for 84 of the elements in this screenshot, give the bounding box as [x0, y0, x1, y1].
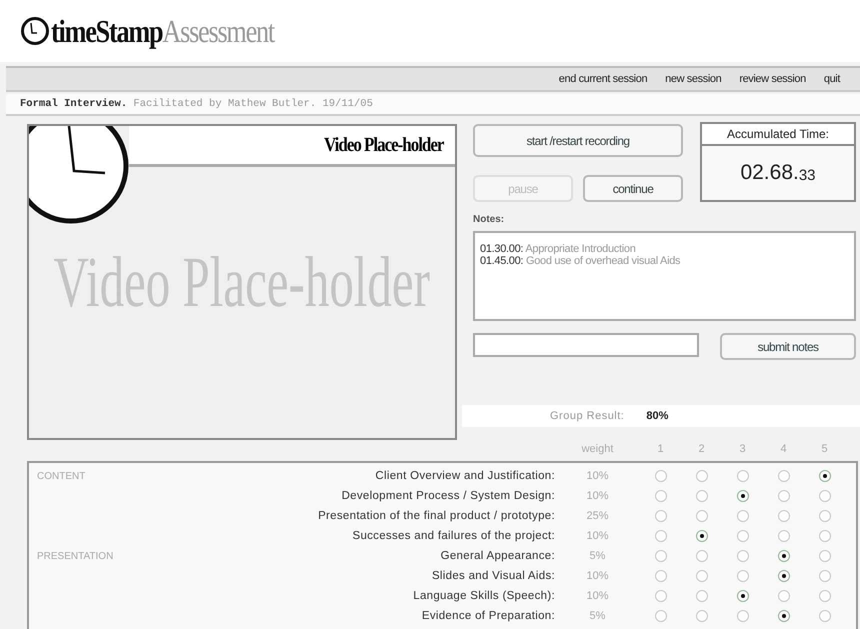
rating-radio[interactable] [696, 530, 708, 542]
criterion-label: Language Skills (Speech): [412, 590, 555, 602]
note-input[interactable] [473, 333, 699, 357]
note-entry: 01.45.00: Good use of overhead visual Aids [480, 255, 682, 267]
rating-radio[interactable] [696, 570, 708, 582]
result-label: Group Result: [550, 410, 624, 422]
rating-radio[interactable] [654, 510, 666, 522]
menu-link[interactable]: end current session [558, 73, 648, 85]
weight-value: 10% [586, 590, 609, 602]
rating-radio[interactable] [778, 490, 790, 502]
menu-link[interactable]: new session [665, 73, 722, 85]
weight-value: 10% [586, 490, 609, 502]
weight-value: 25% [586, 510, 609, 522]
menu-link[interactable]: quit [824, 73, 840, 85]
weight-value: 5% [590, 610, 606, 622]
rating-radio[interactable] [654, 470, 666, 482]
criterion-label: Presentation of the final product / prototype: [317, 510, 555, 522]
rating-radio[interactable] [696, 610, 708, 622]
rating-radio[interactable] [696, 510, 708, 522]
rating-radio[interactable] [818, 570, 830, 582]
result-value: 80% [646, 410, 668, 422]
criterion-label: Client Overview and Justification: [374, 470, 555, 482]
rating-radio[interactable] [696, 550, 708, 562]
scale-heading: 4 [779, 443, 788, 455]
rating-radio[interactable] [736, 570, 748, 582]
rating-radio[interactable] [818, 530, 830, 542]
rating-radio[interactable] [654, 610, 666, 622]
notes-label: Notes: [473, 214, 504, 225]
app-logo: timeStampAssessment [51, 12, 274, 50]
rating-radio[interactable] [654, 590, 666, 602]
rating-radio[interactable] [736, 490, 748, 502]
weight-heading: weight [580, 443, 614, 455]
rating-radio[interactable] [736, 530, 748, 542]
video-title: Video Place-holder [324, 134, 443, 156]
category-label: PRESENTATION [37, 551, 114, 562]
rating-radio[interactable] [736, 590, 748, 602]
notes-box[interactable]: 01.30.00: Appropriate Introduction 01.45.00: Good use of overhead visual Aids [473, 231, 856, 321]
rating-radio[interactable] [778, 590, 790, 602]
rating-radio[interactable] [778, 530, 790, 542]
timer-label: Accumulated Time: [702, 124, 854, 146]
scale-heading: 1 [656, 443, 665, 455]
record-button[interactable]: start /restart recording [473, 124, 683, 157]
rating-radio[interactable] [818, 470, 830, 482]
session-info: Formal Interview. Facilitated by Mathew Butler. 19/11/05 [20, 98, 373, 110]
rating-radio[interactable] [736, 470, 748, 482]
rating-radio[interactable] [778, 610, 790, 622]
rating-radio[interactable] [818, 550, 830, 562]
rating-radio[interactable] [778, 510, 790, 522]
rating-radio[interactable] [818, 610, 830, 622]
rating-radio[interactable] [778, 570, 790, 582]
submit-button[interactable]: submit notes [720, 333, 856, 360]
scale-heading: 3 [738, 443, 747, 455]
rating-radio[interactable] [778, 550, 790, 562]
scale-heading: 2 [697, 443, 706, 455]
criterion-label: Development Process / System Design: [340, 490, 555, 502]
criterion-label: Slides and Visual Aids: [430, 570, 555, 582]
rating-radio[interactable] [654, 530, 666, 542]
criterion-label: General Appearance: [440, 550, 555, 562]
rating-radio[interactable] [818, 510, 830, 522]
rating-radio[interactable] [654, 550, 666, 562]
rating-radio[interactable] [736, 510, 748, 522]
rating-radio[interactable] [818, 590, 830, 602]
scale-heading: 5 [820, 443, 829, 455]
criterion-label: Evidence of Preparation: [420, 610, 555, 622]
rating-radio[interactable] [654, 490, 666, 502]
rating-radio[interactable] [696, 470, 708, 482]
weight-value: 10% [586, 470, 609, 482]
weight-value: 5% [590, 550, 606, 562]
rating-radio[interactable] [736, 610, 748, 622]
continue-button[interactable]: continue [583, 175, 683, 202]
category-label: CONTENT [37, 471, 86, 482]
rating-radio[interactable] [818, 490, 830, 502]
weight-value: 10% [586, 570, 609, 582]
menu-link[interactable]: review session [739, 73, 806, 85]
note-entry: 01.30.00: Appropriate Introduction [480, 243, 637, 255]
weight-value: 10% [586, 530, 609, 542]
criterion-label: Successes and failures of the project: [351, 530, 555, 542]
rating-radio[interactable] [696, 590, 708, 602]
timer-value: 02.68.33 [739, 160, 817, 186]
rating-radio[interactable] [654, 570, 666, 582]
rating-radio[interactable] [778, 470, 790, 482]
rating-radio[interactable] [696, 490, 708, 502]
rating-radio[interactable] [736, 550, 748, 562]
clock-icon [20, 16, 50, 46]
